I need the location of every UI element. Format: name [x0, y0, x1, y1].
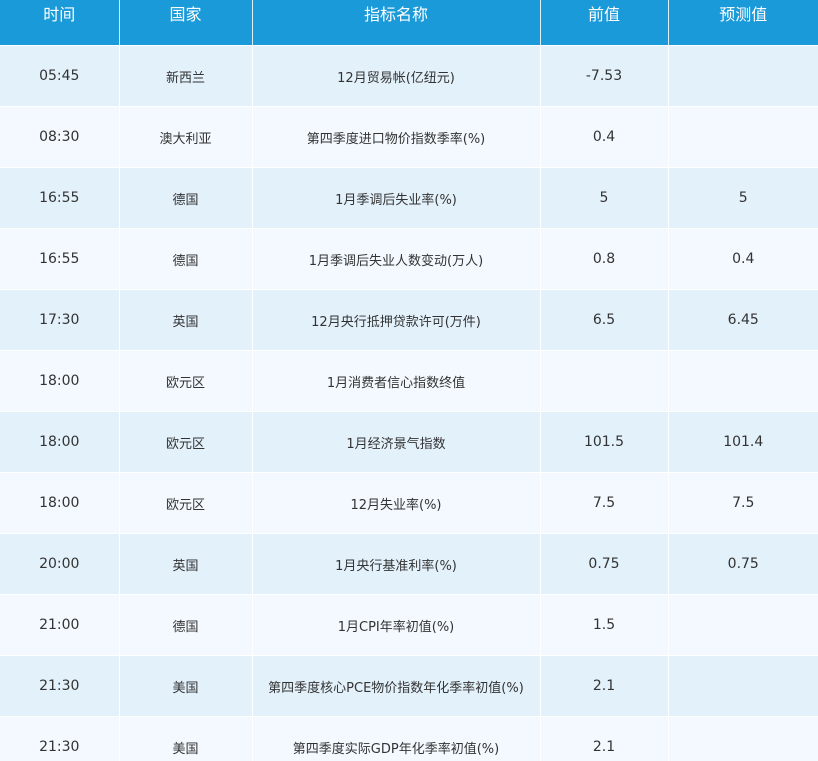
country-cell: 欧元区	[118, 411, 252, 473]
previous-cell: 2.1	[539, 655, 668, 717]
previous-cell: 1.5	[539, 594, 668, 656]
previous-cell	[539, 350, 668, 412]
time-cell: 18:00	[0, 472, 119, 534]
table-row: 21:30 美国 第四季度核心PCE物价指数年化季率初值(%) 2.1	[0, 655, 818, 717]
time-cell: 21:30	[0, 716, 119, 761]
previous-cell: 2.1	[539, 716, 668, 761]
previous-cell: -7.53	[539, 45, 668, 107]
indicator-cell: 12月贸易帐(亿纽元)	[251, 45, 540, 107]
time-cell: 16:55	[0, 167, 119, 229]
country-cell: 德国	[118, 594, 252, 656]
previous-cell: 0.75	[539, 533, 668, 595]
country-cell: 德国	[118, 167, 252, 229]
previous-cell: 7.5	[539, 472, 668, 534]
forecast-cell	[667, 655, 818, 717]
table-row: 16:55 德国 1月季调后失业率(%) 5 5	[0, 167, 818, 229]
indicator-cell: 1月季调后失业人数变动(万人)	[251, 228, 540, 290]
previous-cell: 0.4	[539, 106, 668, 168]
previous-cell: 0.8	[539, 228, 668, 290]
country-cell: 英国	[118, 533, 252, 595]
time-cell: 20:00	[0, 533, 119, 595]
forecast-cell	[667, 106, 818, 168]
indicator-cell: 12月央行抵押贷款许可(万件)	[251, 289, 540, 351]
indicator-cell: 第四季度核心PCE物价指数年化季率初值(%)	[251, 655, 540, 717]
table-row: 20:00 英国 1月央行基准利率(%) 0.75 0.75	[0, 533, 818, 595]
indicator-cell: 12月失业率(%)	[251, 472, 540, 534]
time-cell: 17:30	[0, 289, 119, 351]
forecast-cell	[667, 45, 818, 107]
table-header: 时间 国家 指标名称 前值 预测值	[0, 0, 818, 46]
time-cell: 21:00	[0, 594, 119, 656]
header-indicator: 指标名称	[251, 0, 540, 46]
forecast-cell: 0.75	[667, 533, 818, 595]
indicator-cell: 1月CPI年率初值(%)	[251, 594, 540, 656]
country-cell: 欧元区	[118, 350, 252, 412]
forecast-cell	[667, 594, 818, 656]
forecast-cell	[667, 716, 818, 761]
time-cell: 18:00	[0, 350, 119, 412]
country-cell: 英国	[118, 289, 252, 351]
indicator-cell: 1月季调后失业率(%)	[251, 167, 540, 229]
previous-cell: 6.5	[539, 289, 668, 351]
forecast-cell	[667, 350, 818, 412]
table-row: 18:00 欧元区 1月消费者信心指数终值	[0, 350, 818, 412]
country-cell: 美国	[118, 655, 252, 717]
time-cell: 05:45	[0, 45, 119, 107]
forecast-cell: 101.4	[667, 411, 818, 473]
table-row: 16:55 德国 1月季调后失业人数变动(万人) 0.8 0.4	[0, 228, 818, 290]
table-row: 21:30 美国 第四季度实际GDP年化季率初值(%) 2.1	[0, 716, 818, 761]
previous-cell: 101.5	[539, 411, 668, 473]
previous-cell: 5	[539, 167, 668, 229]
table-row: 08:30 澳大利亚 第四季度进口物价指数季率(%) 0.4	[0, 106, 818, 168]
header-row: 时间 国家 指标名称 前值 预测值	[0, 0, 818, 46]
table-body: 05:45 新西兰 12月贸易帐(亿纽元) -7.53 08:30 澳大利亚 第…	[0, 45, 818, 761]
table-row: 05:45 新西兰 12月贸易帐(亿纽元) -7.53	[0, 45, 818, 107]
forecast-cell: 0.4	[667, 228, 818, 290]
time-cell: 18:00	[0, 411, 119, 473]
country-cell: 德国	[118, 228, 252, 290]
time-cell: 21:30	[0, 655, 119, 717]
table-row: 21:00 德国 1月CPI年率初值(%) 1.5	[0, 594, 818, 656]
table-row: 17:30 英国 12月央行抵押贷款许可(万件) 6.5 6.45	[0, 289, 818, 351]
table-row: 18:00 欧元区 12月失业率(%) 7.5 7.5	[0, 472, 818, 534]
country-cell: 新西兰	[118, 45, 252, 107]
indicator-cell: 1月央行基准利率(%)	[251, 533, 540, 595]
indicator-cell: 1月消费者信心指数终值	[251, 350, 540, 412]
country-cell: 澳大利亚	[118, 106, 252, 168]
time-cell: 16:55	[0, 228, 119, 290]
header-previous: 前值	[539, 0, 668, 46]
header-country: 国家	[118, 0, 252, 46]
indicator-cell: 第四季度实际GDP年化季率初值(%)	[251, 716, 540, 761]
indicator-cell: 1月经济景气指数	[251, 411, 540, 473]
header-time: 时间	[0, 0, 119, 46]
header-forecast: 预测值	[667, 0, 818, 46]
country-cell: 美国	[118, 716, 252, 761]
economic-calendar-table: 时间 国家 指标名称 前值 预测值 05:45 新西兰 12月贸易帐(亿纽元) …	[0, 0, 818, 761]
table-row: 18:00 欧元区 1月经济景气指数 101.5 101.4	[0, 411, 818, 473]
time-cell: 08:30	[0, 106, 119, 168]
forecast-cell: 5	[667, 167, 818, 229]
forecast-cell: 6.45	[667, 289, 818, 351]
indicator-cell: 第四季度进口物价指数季率(%)	[251, 106, 540, 168]
country-cell: 欧元区	[118, 472, 252, 534]
forecast-cell: 7.5	[667, 472, 818, 534]
